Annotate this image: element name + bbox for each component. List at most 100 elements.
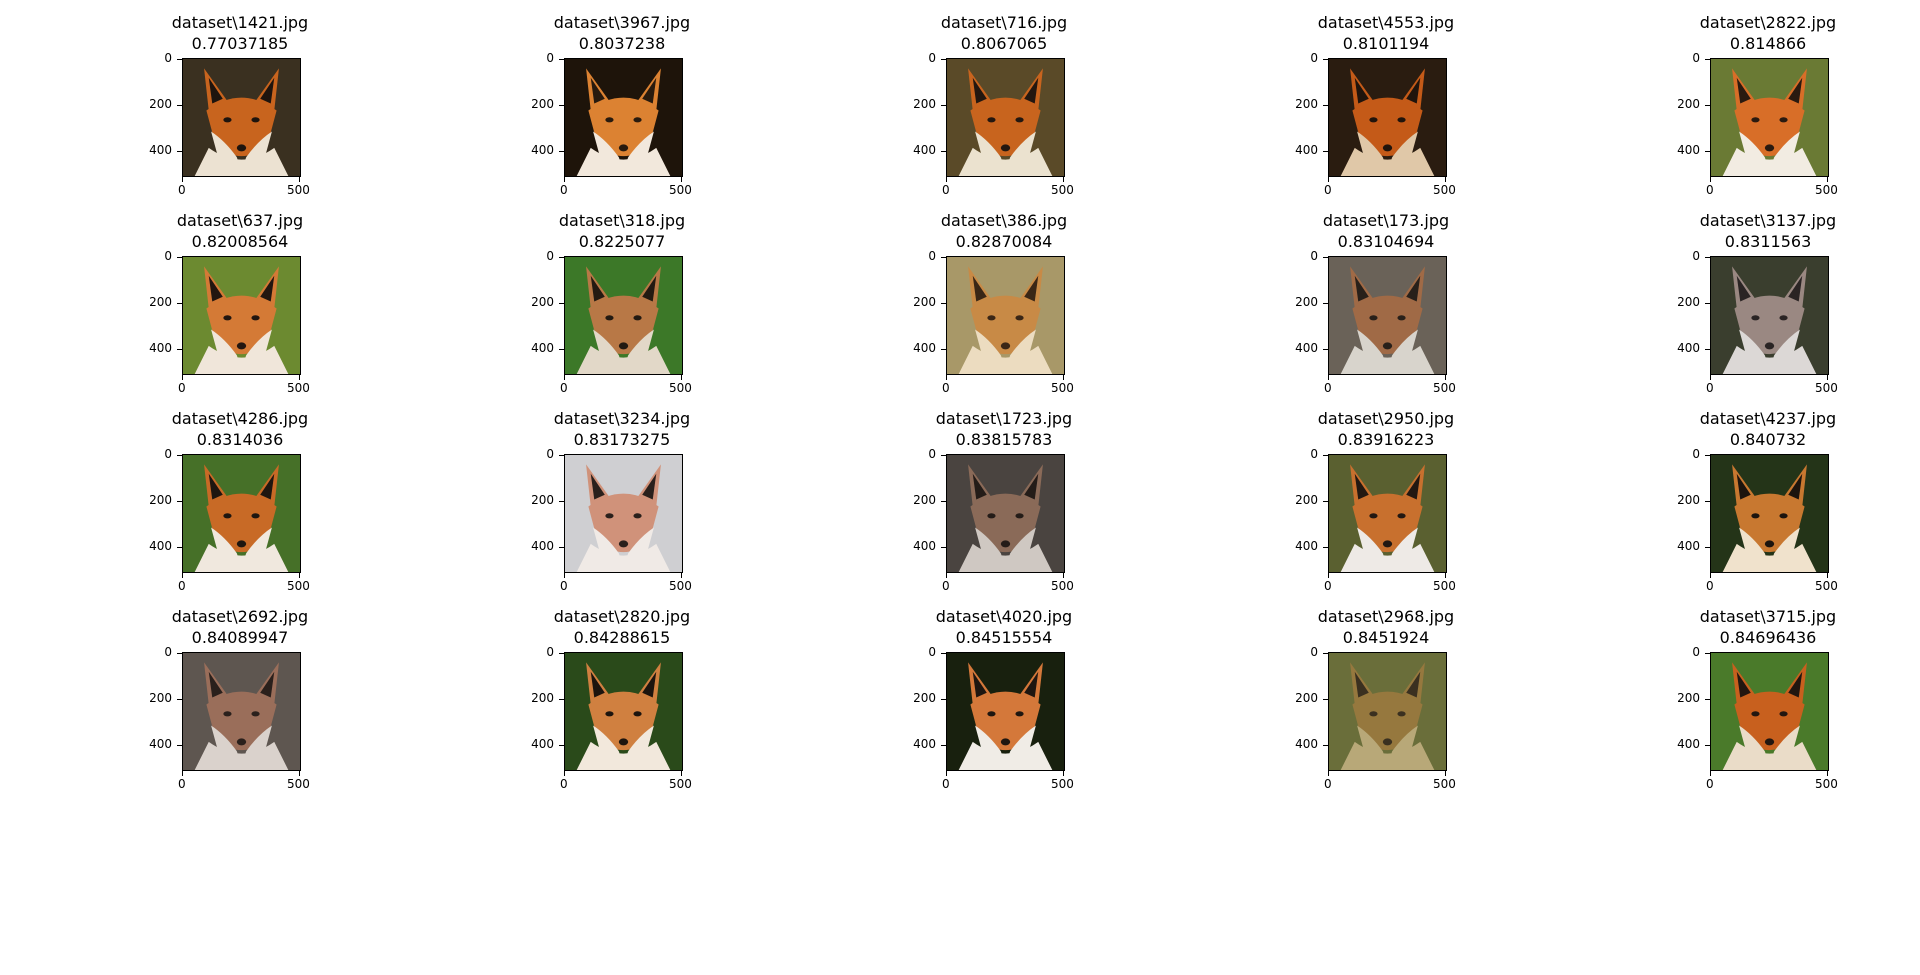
x-tick-mark [1710,771,1711,776]
image-filename: dataset\2968.jpg [1317,607,1455,626]
y-tick-label: 0 [546,51,554,65]
image-filename: dataset\3715.jpg [1699,607,1837,626]
fox-image [946,256,1065,375]
x-tick-label: 500 [287,183,310,197]
image-filename: dataset\2822.jpg [1699,13,1837,32]
x-tick-label: 500 [1051,381,1074,395]
fox-face-picture [1711,653,1828,770]
x-tick-mark [564,177,565,182]
x-tick-label: 0 [178,579,186,593]
y-tick-label: 400 [1295,539,1318,553]
image-filename: dataset\3967.jpg [553,13,691,32]
grid-cell: dataset\3137.jpg 0.8311563 0 200 400 0 5… [1638,198,1898,398]
x-tick-label: 0 [1706,183,1714,197]
y-tick-label: 200 [531,295,554,309]
y-tick-label: 400 [1677,737,1700,751]
x-tick-label: 0 [560,777,568,791]
y-tick-label: 200 [1295,691,1318,705]
fox-image [1710,454,1829,573]
y-tick-label: 200 [149,295,172,309]
y-tick-label: 0 [928,645,936,659]
x-tick-label: 500 [1051,183,1074,197]
x-tick-label: 500 [669,777,692,791]
y-tick-label: 0 [928,249,936,263]
x-tick-label: 0 [1324,183,1332,197]
fox-face-picture [565,455,682,572]
fox-image [182,58,301,177]
grid-cell: dataset\1723.jpg 0.83815783 0 200 400 0 … [874,396,1134,596]
x-tick-mark [946,177,947,182]
x-tick-mark [564,573,565,578]
fox-image [182,454,301,573]
x-tick-mark [681,771,682,776]
fox-face-picture [565,59,682,176]
fox-face-picture [183,59,300,176]
fox-image [564,256,683,375]
y-tick-label: 400 [1295,143,1318,157]
fox-image [564,652,683,771]
y-tick-label: 400 [1295,341,1318,355]
y-tick-label: 0 [164,249,172,263]
grid-cell: dataset\4020.jpg 0.84515554 0 200 400 0 … [874,594,1134,794]
y-tick-label: 200 [1295,97,1318,111]
y-tick-label: 400 [913,539,936,553]
x-tick-mark [1445,177,1446,182]
y-tick-label: 0 [1310,645,1318,659]
fox-face-picture [1711,59,1828,176]
image-filename: dataset\637.jpg [176,211,304,230]
x-tick-label: 0 [942,183,950,197]
image-filename: dataset\4237.jpg [1699,409,1837,428]
image-filename: dataset\386.jpg [940,211,1068,230]
x-tick-mark [1827,177,1828,182]
x-tick-label: 0 [560,579,568,593]
x-tick-mark [1445,573,1446,578]
x-tick-label: 500 [1433,777,1456,791]
y-tick-label: 0 [1692,249,1700,263]
y-tick-label: 0 [1310,51,1318,65]
image-filename: dataset\318.jpg [558,211,686,230]
y-tick-label: 200 [1295,295,1318,309]
y-tick-label: 400 [913,737,936,751]
x-tick-mark [299,573,300,578]
y-tick-label: 200 [1677,295,1700,309]
y-tick-label: 400 [531,539,554,553]
grid-cell: dataset\2820.jpg 0.84288615 0 200 400 0 … [492,594,752,794]
fox-face-picture [1711,257,1828,374]
x-tick-label: 500 [669,579,692,593]
y-tick-label: 400 [149,143,172,157]
y-tick-label: 400 [913,143,936,157]
y-tick-label: 0 [928,447,936,461]
x-tick-label: 500 [1433,183,1456,197]
y-tick-label: 200 [149,493,172,507]
grid-cell: dataset\3234.jpg 0.83173275 0 200 400 0 … [492,396,752,596]
x-tick-mark [946,771,947,776]
x-tick-mark [1827,573,1828,578]
grid-cell: dataset\4286.jpg 0.8314036 0 200 400 0 5… [110,396,370,596]
image-filename: dataset\716.jpg [940,13,1068,32]
x-tick-mark [564,375,565,380]
x-tick-mark [1328,573,1329,578]
x-tick-label: 0 [1324,777,1332,791]
grid-cell: dataset\3715.jpg 0.84696436 0 200 400 0 … [1638,594,1898,794]
x-tick-label: 500 [1815,579,1838,593]
y-tick-label: 0 [1692,447,1700,461]
grid-cell: dataset\318.jpg 0.8225077 0 200 400 0 50… [492,198,752,398]
y-tick-label: 200 [149,97,172,111]
fox-image [564,58,683,177]
x-tick-mark [182,573,183,578]
fox-image [1328,256,1447,375]
fox-face-picture [565,653,682,770]
fox-image [1328,58,1447,177]
x-tick-label: 500 [1815,183,1838,197]
x-tick-label: 500 [669,183,692,197]
fox-image [1328,652,1447,771]
image-grid: dataset\1421.jpg 0.77037185 0 200 400 0 … [0,0,1920,975]
y-tick-label: 400 [149,341,172,355]
x-tick-mark [299,177,300,182]
y-tick-label: 200 [913,691,936,705]
x-tick-label: 500 [1433,579,1456,593]
x-tick-label: 0 [1706,777,1714,791]
fox-image [946,58,1065,177]
y-tick-label: 200 [149,691,172,705]
grid-cell: dataset\173.jpg 0.83104694 0 200 400 0 5… [1256,198,1516,398]
